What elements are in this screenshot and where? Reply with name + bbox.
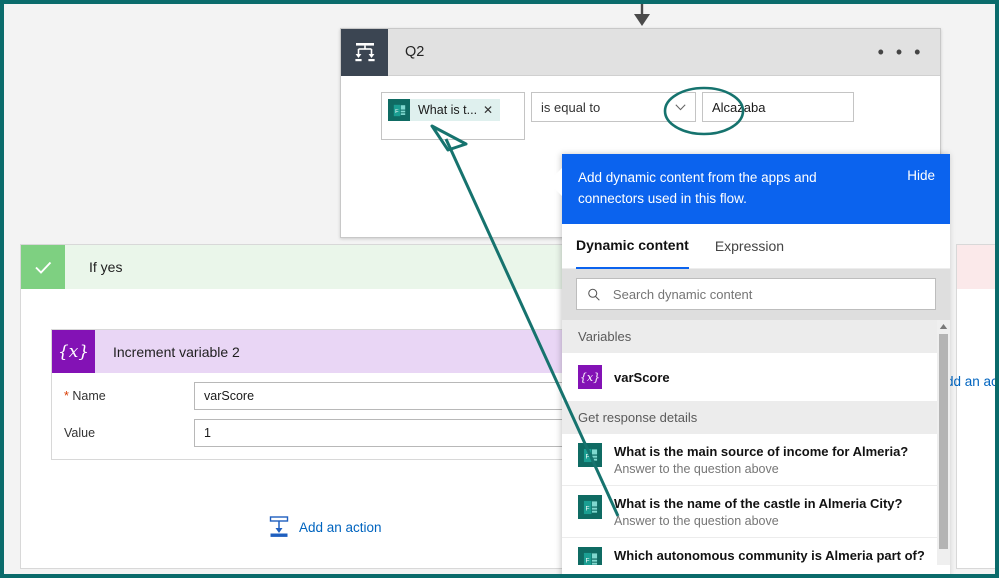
list-item-title: varScore [614, 369, 670, 385]
checkmark-icon [21, 245, 65, 289]
condition-operator-select[interactable]: is equal to [531, 92, 696, 122]
add-action-icon [269, 516, 289, 537]
field-value-row: Value 1 [52, 410, 650, 447]
flyout-scrollbar[interactable] [937, 320, 950, 565]
field-name-value: varScore [204, 389, 255, 403]
svg-text:F: F [585, 453, 589, 460]
flyout-banner-text: Add dynamic content from the apps and co… [578, 170, 817, 206]
branch-if-no [956, 244, 995, 569]
required-asterisk-icon: * [64, 389, 69, 403]
scroll-up-icon[interactable] [937, 320, 950, 333]
svg-text:F: F [585, 505, 589, 512]
action-card-spacer [52, 447, 650, 459]
dynamic-token-chip[interactable]: F What is t... ✕ [388, 99, 501, 121]
condition-card-more-menu[interactable]: • • • [878, 43, 924, 61]
branch-if-no-header [957, 245, 995, 289]
list-item[interactable]: F What is the main source of income for … [562, 434, 950, 485]
field-name-label: * Name [64, 389, 194, 403]
condition-value-text: Alcazaba [712, 99, 766, 115]
microsoft-forms-icon: F [578, 547, 602, 565]
hide-button[interactable]: Hide [907, 168, 935, 183]
branch-if-yes-header: If yes [21, 245, 564, 289]
screenshot-root: Q2 • • • F What is t... ✕ is equal to Al… [0, 0, 999, 578]
list-item-title: Which autonomous community is Almeria pa… [614, 548, 925, 563]
list-item-title: What is the name of the castle in Almeri… [614, 496, 903, 511]
list-item-subtitle: Answer to the question above [614, 514, 779, 528]
dynamic-token-label: What is t... [418, 103, 478, 117]
group-header-variables: Variables [562, 320, 950, 353]
flyout-tabs: Dynamic content Expression [562, 224, 950, 269]
list-item[interactable]: F Which autonomous community is Almeria … [562, 537, 950, 565]
action-card-increment-variable: {x} Increment variable 2 * Name varScore… [51, 329, 651, 460]
condition-card-header: Q2 • • • [341, 28, 940, 76]
svg-text:F: F [395, 108, 399, 114]
branch-if-yes-label: If yes [89, 259, 123, 275]
variable-icon: {x} [52, 330, 95, 373]
branch-if-no-add-action[interactable]: dd an acti [946, 374, 995, 389]
flyout-banner: Add dynamic content from the apps and co… [562, 154, 950, 224]
condition-operator-value: is equal to [541, 99, 601, 115]
variable-icon: {x} [578, 365, 602, 389]
tab-dynamic-content[interactable]: Dynamic content [576, 224, 689, 269]
list-item[interactable]: F What is the name of the castle in Alme… [562, 485, 950, 537]
microsoft-forms-icon: F [578, 495, 602, 519]
field-value-value: 1 [204, 426, 211, 440]
field-name-row: * Name varScore [52, 373, 650, 410]
chevron-down-icon [675, 104, 686, 111]
dynamic-content-list[interactable]: Variables {x} varScore Get response deta… [562, 320, 950, 565]
group-header-get-response-details: Get response details [562, 401, 950, 434]
condition-row: F What is t... ✕ is equal to Alcazaba [381, 92, 940, 140]
microsoft-forms-icon: F [388, 99, 410, 121]
list-item-title: What is the main source of income for Al… [614, 444, 909, 459]
action-card-title: Increment variable 2 [113, 343, 240, 360]
condition-card-title: Q2 [405, 44, 425, 60]
search-box[interactable] [576, 278, 936, 310]
list-item[interactable]: {x} varScore [562, 353, 950, 401]
dynamic-content-flyout: Add dynamic content from the apps and co… [548, 154, 950, 574]
search-input[interactable] [610, 285, 925, 303]
search-icon [588, 288, 600, 301]
scrollbar-thumb[interactable] [939, 334, 948, 549]
microsoft-forms-icon: F [578, 443, 602, 467]
field-value-label: Value [64, 426, 96, 440]
add-action-label: Add an action [299, 519, 382, 535]
action-card-header: {x} Increment variable 2 [52, 330, 650, 373]
tab-expression[interactable]: Expression [715, 224, 784, 269]
flow-connector-arrow-icon [634, 4, 650, 26]
condition-value-input[interactable]: Alcazaba [702, 92, 854, 122]
field-name-label-text: Name [72, 389, 106, 403]
svg-text:F: F [585, 557, 589, 564]
close-icon[interactable]: ✕ [483, 104, 500, 116]
flyout-pointer-icon [548, 168, 562, 196]
condition-branch-icon [341, 28, 388, 76]
flyout-search-area [562, 269, 950, 320]
branch-if-yes-add-action[interactable]: Add an action [269, 516, 382, 538]
condition-left-operand-box[interactable]: F What is t... ✕ [381, 92, 525, 140]
list-item-subtitle: Answer to the question above [614, 462, 779, 476]
